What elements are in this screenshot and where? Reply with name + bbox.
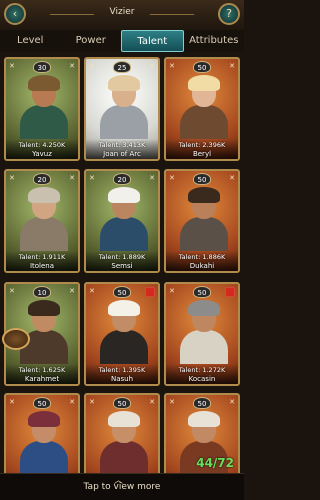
vizier-card[interactable]: ✕ 20 ✕ Talent: 1.889K Semsi	[84, 169, 160, 273]
close-icon: ✕	[169, 287, 175, 295]
vizier-portrait	[98, 75, 150, 139]
close-icon: ✕	[9, 398, 15, 406]
vizier-portrait	[98, 300, 150, 364]
talent-value: Talent: 1.395K	[98, 366, 146, 374]
view-more-label: Tap to view more	[83, 482, 161, 492]
talent-value: Talent: 1.911K	[18, 253, 66, 261]
close-icon: ✕	[69, 287, 75, 295]
side-medallion-button[interactable]	[2, 328, 30, 350]
level-badge: 50	[113, 286, 131, 298]
talent-value: Talent: 2.396K	[178, 141, 226, 149]
vizier-card[interactable]: ✕ 30 ✕ Talent: 4.250K Yavuz	[4, 57, 80, 161]
vizier-name: Nasuh	[110, 375, 134, 383]
close-icon: ✕	[149, 398, 155, 406]
top-bar: ‹ Vizier ?	[0, 0, 244, 31]
close-icon: ✕	[9, 287, 15, 295]
page-title: Vizier	[109, 7, 135, 17]
tab-attributes[interactable]: Attributes	[184, 30, 245, 52]
help-button[interactable]: ?	[218, 3, 240, 25]
vizier-name: Yavuz	[32, 150, 52, 158]
close-icon: ✕	[89, 398, 95, 406]
close-icon: ✕	[69, 62, 75, 70]
talent-value: Talent: 1.272K	[178, 366, 226, 374]
talent-value: Talent: 4.250K	[18, 141, 66, 149]
vizier-name: Semsi	[111, 262, 133, 270]
vizier-card[interactable]: ✕ 50 ✕ Talent: 1.886K Dukahi	[164, 169, 240, 273]
vizier-portrait	[18, 187, 70, 251]
vizier-card[interactable]: ✕ 50 ✕ Talent: 2.396K Beryl	[164, 57, 240, 161]
level-badge: 50	[193, 61, 211, 73]
footer[interactable]: ︿ Tap to view more	[0, 473, 244, 500]
vizier-name: Dukahi	[189, 262, 215, 270]
vizier-card[interactable]: ✕ 20 ✕ Talent: 1.911K Itolena	[4, 169, 80, 273]
vizier-card[interactable]: ✕ 25 ✕ Talent: 3.413K Joan of Arc	[84, 57, 160, 161]
level-badge: 20	[33, 173, 51, 185]
tab-power[interactable]: Power	[61, 30, 122, 52]
alert-badge-icon	[145, 287, 155, 297]
vizier-portrait	[178, 187, 230, 251]
title-ornament-right	[150, 14, 194, 15]
vizier-portrait	[98, 411, 150, 475]
vizier-name: Joan of Arc	[103, 150, 141, 158]
close-icon: ✕	[169, 398, 175, 406]
vizier-count: 44/72	[196, 456, 234, 470]
vizier-portrait	[18, 411, 70, 475]
tab-talent[interactable]: Talent	[121, 30, 184, 52]
close-icon: ✕	[169, 62, 175, 70]
sort-tabs: Level Power Talent Attributes	[0, 30, 244, 52]
close-icon: ✕	[229, 174, 235, 182]
vizier-name: Kocasin	[188, 375, 216, 383]
close-icon: ✕	[229, 62, 235, 70]
question-icon: ?	[226, 7, 232, 20]
close-icon: ✕	[229, 398, 235, 406]
close-icon: ✕	[169, 174, 175, 182]
close-icon: ✕	[89, 287, 95, 295]
close-icon: ✕	[69, 174, 75, 182]
close-icon: ✕	[69, 398, 75, 406]
level-badge: 20	[113, 173, 131, 185]
talent-value: Talent: 1.625K	[18, 366, 66, 374]
vizier-portrait	[18, 75, 70, 139]
vizier-card[interactable]: ✕ 50 Talent: 1.395K Nasuh	[84, 282, 160, 386]
close-icon: ✕	[89, 174, 95, 182]
vizier-portrait	[178, 75, 230, 139]
talent-value: Talent: 1.889K	[98, 253, 146, 261]
vizier-card[interactable]: ✕ 50 Talent: 1.272K Kocasin	[164, 282, 240, 386]
vizier-portrait	[98, 187, 150, 251]
talent-value: Talent: 1.886K	[178, 253, 226, 261]
level-badge: 10	[33, 286, 51, 298]
talent-value: Talent: 3.413K	[98, 141, 146, 149]
level-badge: 50	[113, 397, 131, 409]
close-icon: ✕	[149, 174, 155, 182]
alert-badge-icon	[225, 287, 235, 297]
vizier-name: Itolena	[29, 262, 55, 270]
vizier-name: Beryl	[192, 150, 212, 158]
level-badge: 50	[193, 173, 211, 185]
level-badge: 50	[193, 397, 211, 409]
tab-level[interactable]: Level	[0, 30, 61, 52]
level-badge: 50	[193, 286, 211, 298]
close-icon: ✕	[149, 62, 155, 70]
vizier-name: Karahmet	[24, 375, 60, 383]
level-badge: 30	[33, 61, 51, 73]
vizier-portrait	[178, 300, 230, 364]
level-badge: 50	[33, 397, 51, 409]
level-badge: 25	[113, 61, 131, 73]
close-icon: ✕	[89, 62, 95, 70]
close-icon: ✕	[9, 62, 15, 70]
close-icon: ✕	[9, 174, 15, 182]
